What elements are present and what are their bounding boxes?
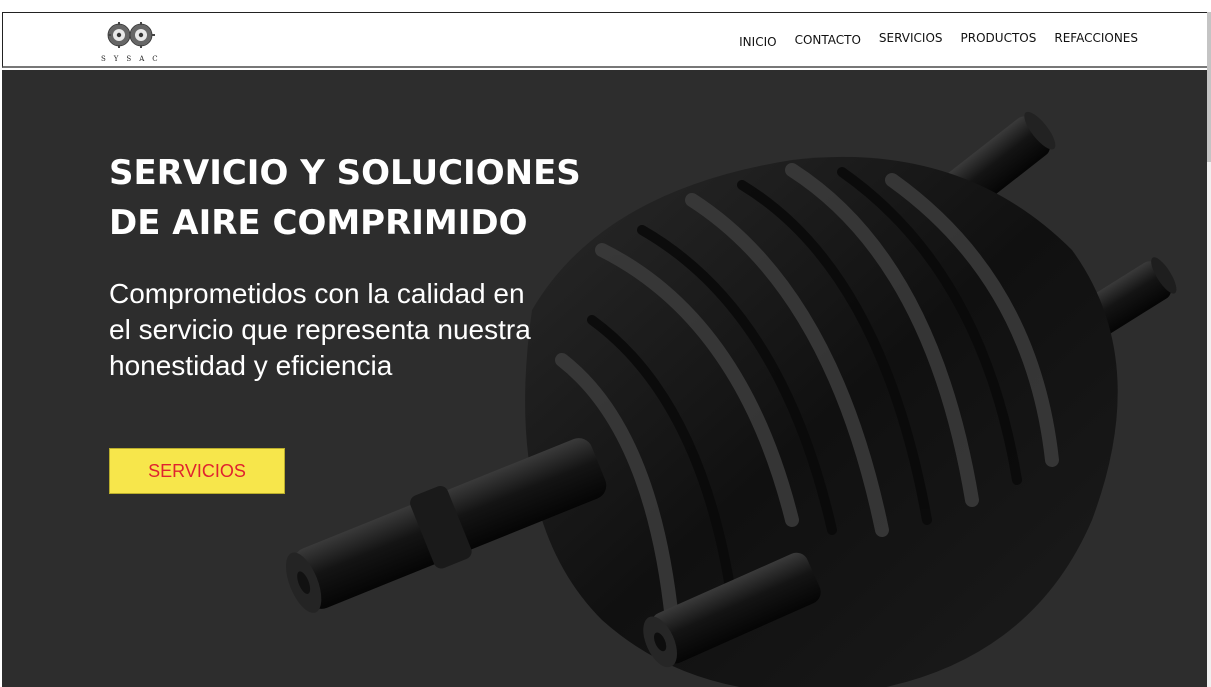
- hero-headline-line-2: DE AIRE COMPRIMIDO: [109, 203, 528, 243]
- hero-subheading: Comprometidos con la calidad en el servi…: [109, 278, 531, 381]
- nav-item-servicios[interactable]: SERVICIOS: [879, 31, 943, 45]
- hero-section: SERVICIO Y SOLUCIONES DE AIRE COMPRIMIDO…: [2, 70, 1207, 687]
- logo-wordmark: SYSAC: [101, 55, 166, 63]
- servicios-cta-button[interactable]: SERVICIOS: [109, 448, 285, 494]
- page-frame: SYSAC INICIO CONTACTO SERVICIOS PRODUCTO…: [0, 0, 1211, 687]
- hero-headline: SERVICIO Y SOLUCIONES DE AIRE COMPRIMIDO: [109, 148, 589, 248]
- main-nav: INICIO CONTACTO SERVICIOS PRODUCTOS REFA…: [739, 31, 1138, 49]
- page-scrollbar[interactable]: [1207, 12, 1211, 687]
- site-logo[interactable]: SYSAC: [97, 17, 175, 65]
- site-header: SYSAC INICIO CONTACTO SERVICIOS PRODUCTO…: [2, 12, 1208, 68]
- nav-item-inicio[interactable]: INICIO: [739, 35, 776, 49]
- nav-item-contacto[interactable]: CONTACTO: [795, 33, 861, 47]
- twin-gears-logo-icon: [107, 22, 155, 48]
- scrollbar-thumb[interactable]: [1207, 12, 1211, 162]
- nav-item-productos[interactable]: PRODUCTOS: [961, 31, 1037, 45]
- hero-headline-line-1: SERVICIO Y SOLUCIONES: [109, 153, 581, 193]
- nav-item-refacciones[interactable]: REFACCIONES: [1054, 31, 1138, 45]
